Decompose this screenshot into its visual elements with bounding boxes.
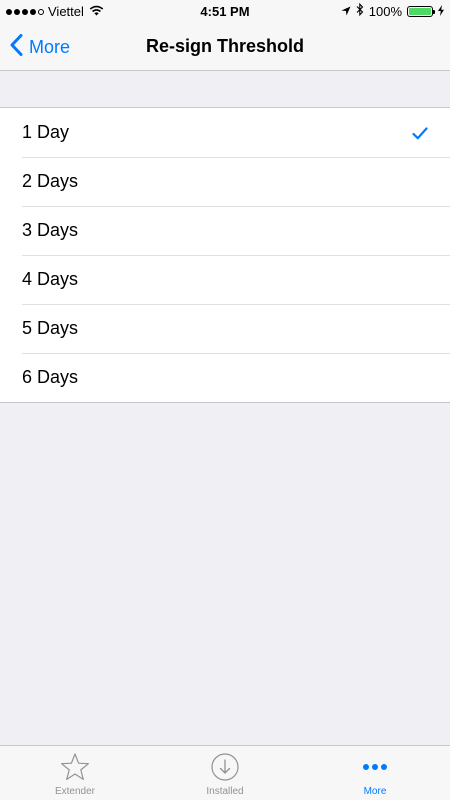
tab-bar: Extender Installed More xyxy=(0,745,450,800)
threshold-option[interactable]: 2 Days xyxy=(0,157,450,206)
status-right: 100% xyxy=(341,2,444,19)
threshold-option[interactable]: 3 Days xyxy=(0,206,450,255)
threshold-option[interactable]: 1 Day xyxy=(0,108,450,157)
more-dots-icon xyxy=(360,752,390,782)
threshold-option[interactable]: 6 Days xyxy=(0,353,450,402)
battery-percentage: 100% xyxy=(368,3,402,19)
download-circle-icon xyxy=(210,752,240,782)
threshold-option-label: 6 Days xyxy=(22,367,79,387)
tab-more[interactable]: More xyxy=(300,746,450,800)
page-title: Re-sign Threshold xyxy=(145,36,304,56)
screen: Viettel 4:51 PM 100% More Re-sign Thresh… xyxy=(0,0,450,800)
tab-label: Installed xyxy=(206,786,244,797)
threshold-option-label: 5 Days xyxy=(22,318,79,338)
charging-bolt-icon xyxy=(438,4,444,19)
tab-label: More xyxy=(363,786,387,797)
battery-fill xyxy=(409,7,431,15)
header: Viettel 4:51 PM 100% More Re-sign Thresh… xyxy=(0,0,450,71)
tab-extender[interactable]: Extender xyxy=(0,746,150,800)
threshold-option-label: 4 Days xyxy=(22,269,79,289)
threshold-option-label: 2 Days xyxy=(22,171,79,191)
threshold-option-label: 1 Day xyxy=(22,122,70,142)
star-icon xyxy=(60,752,90,782)
navigation-bar: More Re-sign Threshold xyxy=(0,24,450,70)
threshold-options-list: 1 Day 2 Days 3 Days 4 Days 5 Days 6 Days xyxy=(0,107,450,403)
status-bar: Viettel 4:51 PM 100% xyxy=(0,0,450,24)
tab-label: Extender xyxy=(54,786,96,797)
battery-icon xyxy=(407,5,435,17)
threshold-option-label: 3 Days xyxy=(22,220,79,240)
threshold-option[interactable]: 4 Days xyxy=(0,255,450,304)
checkmark-icon xyxy=(412,124,428,145)
tab-installed[interactable]: Installed xyxy=(150,746,300,800)
threshold-option[interactable]: 5 Days xyxy=(0,304,450,353)
location-arrow-icon xyxy=(341,4,351,19)
bluetooth-icon xyxy=(356,2,364,19)
